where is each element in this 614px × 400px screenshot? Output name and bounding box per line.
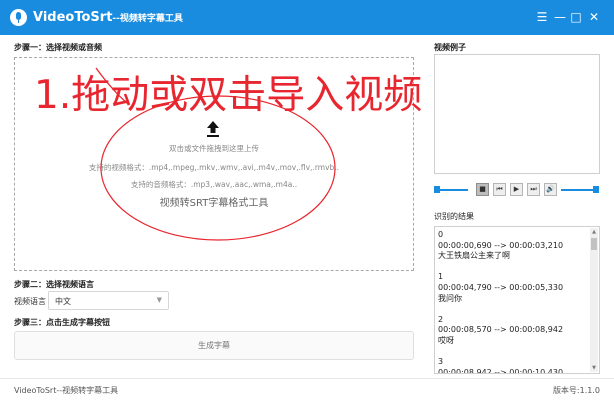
language-select[interactable]: 中文 ▼: [48, 291, 169, 310]
app-microphone-icon: [10, 9, 27, 26]
menu-icon[interactable]: ☰: [534, 9, 550, 25]
result-scrollbar[interactable]: ▲ ▼: [590, 228, 598, 372]
scroll-up-icon[interactable]: ▲: [590, 228, 598, 236]
language-label: 视频语言: [14, 297, 46, 306]
minimize-icon[interactable]: —: [552, 9, 568, 25]
app-title-sub: --视频转字幕工具: [112, 14, 183, 24]
result-text: 0 00:00:00,690 --> 00:00:03,210 大王铁扇公主来了…: [438, 230, 564, 374]
play-icon[interactable]: ▶: [510, 183, 523, 196]
media-player-controls: ■ ⏮ ▶ ⏭ 🔊: [434, 183, 600, 197]
seek-slider[interactable]: [438, 189, 468, 191]
close-icon[interactable]: ✕: [586, 9, 602, 25]
video-formats: 支持的视频格式：.mp4,.mpeg,.mkv,.wmv,.avi,.m4v,.…: [88, 163, 340, 172]
next-icon[interactable]: ⏭: [527, 183, 540, 196]
language-selected: 中文: [55, 297, 71, 306]
audio-formats: 支持的音频格式：.mp3,.wav,.aac,.wma,.m4a..: [130, 180, 298, 189]
drop-main-label: 视频转SRT字幕格式工具: [159, 198, 269, 209]
volume-icon[interactable]: 🔊: [544, 183, 557, 196]
scroll-thumb[interactable]: [591, 238, 597, 250]
step1-label: 步骤一：选择视频或音频: [14, 43, 102, 52]
video-preview: [434, 54, 600, 174]
app-title-main: VideoToSrt: [33, 10, 113, 25]
result-textarea[interactable]: 0 00:00:00,690 --> 00:00:03,210 大王铁扇公主来了…: [434, 226, 600, 374]
annotation-text: 1.拖动或双击导入视频: [34, 73, 423, 118]
step3-label: 步骤三：点击生成字幕按钮: [14, 318, 110, 327]
upload-icon: [204, 120, 222, 138]
volume-slider[interactable]: [561, 189, 594, 191]
scroll-down-icon[interactable]: ▼: [590, 364, 598, 372]
status-bar: VideoToSrt--视频转字幕工具 版本号:1.1.0: [0, 378, 614, 400]
title-bar: VideoToSrt--视频转字幕工具 ☰ — □ ✕: [0, 0, 614, 35]
drop-hint: 双击或文件拖拽到这里上传: [169, 144, 259, 153]
chevron-down-icon: ▼: [156, 296, 162, 304]
maximize-icon[interactable]: □: [568, 9, 584, 25]
generate-subtitle-button[interactable]: 生成字幕: [14, 331, 414, 360]
version-label: 版本号:1.1.0: [552, 386, 600, 395]
previous-icon[interactable]: ⏮: [493, 183, 506, 196]
footer-app-name: VideoToSrt--视频转字幕工具: [14, 386, 119, 395]
result-label: 识别的结果: [434, 212, 474, 221]
preview-label: 视频例子: [434, 43, 466, 52]
volume-slider-handle[interactable]: [593, 186, 599, 193]
step2-label: 步骤二：选择视频语言: [14, 280, 94, 289]
stop-icon[interactable]: ■: [476, 183, 489, 196]
app-title: VideoToSrt--视频转字幕工具: [33, 10, 183, 25]
